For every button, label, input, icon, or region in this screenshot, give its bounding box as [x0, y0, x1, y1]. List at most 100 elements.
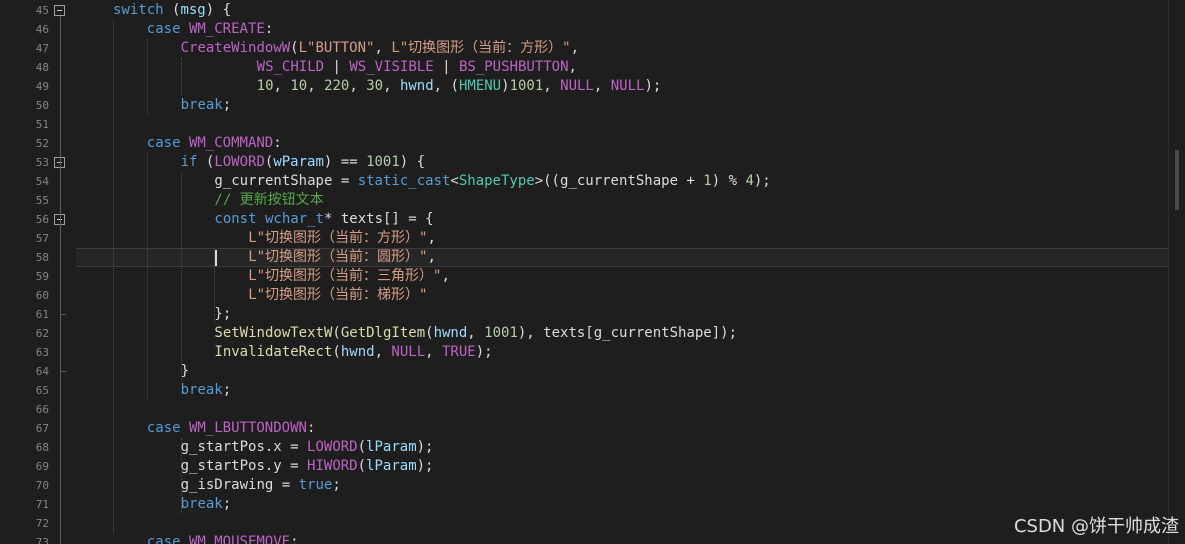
line-number: 49	[35, 80, 49, 93]
code-token: 1	[703, 173, 712, 189]
line-number: 60	[35, 289, 49, 302]
code-token: WS_VISIBLE	[349, 59, 434, 75]
code-token: break	[180, 97, 223, 113]
code-line[interactable]: break;	[181, 381, 232, 400]
code-token: );	[475, 344, 493, 360]
code-line[interactable]: g_startPos.x = LOWORD(lParam);	[181, 438, 434, 457]
code-token: WM_LBUTTONDOWN	[188, 420, 307, 436]
code-token: ,	[307, 78, 325, 94]
fold-end-marker	[60, 314, 66, 315]
code-line[interactable]: 10, 10, 220, 30, hwnd, (HMENU)1001, NULL…	[257, 77, 662, 96]
code-token: 10	[290, 78, 308, 94]
code-line[interactable]: if (LOWORD(wParam) == 1001) {	[181, 153, 425, 172]
code-token: L"切换图形（当前：方形）"	[391, 40, 571, 56]
line-number: 55	[35, 194, 49, 207]
code-line[interactable]: break;	[181, 96, 232, 115]
line-number-gutter: 45 46 47 48 49 50 51 52 53 54 55 56 57 58 59 60 61 62 63 64…	[0, 0, 76, 544]
code-token: hwnd	[340, 344, 375, 360]
code-line[interactable]: L"切换图形（当前：三角形）",	[248, 267, 450, 286]
code-token: ,	[427, 230, 436, 246]
code-token: if	[180, 154, 198, 170]
line-number: 48	[35, 61, 49, 74]
code-line[interactable]: L"切换图形（当前：圆形）",	[248, 248, 436, 267]
code-token: const	[214, 211, 257, 227]
code-line[interactable]: case WM_CREATE:	[147, 20, 273, 39]
code-token: case	[146, 21, 181, 37]
line-number: 63	[35, 346, 49, 359]
code-line[interactable]: CreateWindowW(L"BUTTON", L"切换图形（当前：方形）",	[181, 39, 579, 58]
code-token: WM_COMMAND	[188, 135, 274, 151]
code-area[interactable]: switch (msg) {case WM_CREATE: CreateWindo…	[76, 0, 1168, 544]
code-line[interactable]: case WM_LBUTTONDOWN:	[147, 419, 316, 438]
code-token: ,	[374, 40, 392, 56]
code-token: ,	[570, 40, 580, 56]
code-token: g_currentShape =	[214, 173, 358, 189]
code-token: ) {	[399, 154, 426, 170]
line-number: 71	[35, 498, 49, 511]
code-token: L"BUTTON"	[298, 40, 375, 56]
code-line[interactable]: L"切换图形（当前：梯形）"	[248, 286, 427, 305]
code-token: wParam	[273, 154, 324, 170]
code-line[interactable]: WS_CHILD | WS_VISIBLE | BS_PUSHBUTTON,	[257, 58, 577, 77]
code-token: CreateWindowW	[180, 40, 291, 56]
code-token: 10	[256, 78, 274, 94]
code-line[interactable]: InvalidateRect(hwnd, NULL, TRUE);	[214, 343, 492, 362]
code-token: ) {	[205, 2, 232, 18]
code-token: :	[273, 135, 282, 151]
code-token: );	[416, 458, 434, 474]
code-line[interactable]: g_currentShape = static_cast<ShapeType>(…	[214, 172, 770, 191]
current-line-highlight	[76, 248, 1168, 267]
code-line[interactable]: L"切换图形（当前：方形）",	[248, 229, 436, 248]
code-token: ), texts[g_currentShape]);	[517, 325, 738, 341]
line-number: 73	[35, 536, 49, 544]
code-token: break	[180, 382, 223, 398]
code-token: GetDlgItem	[340, 325, 426, 341]
code-token: HMENU	[458, 78, 502, 94]
code-token: ,	[427, 249, 436, 265]
line-number: 51	[35, 118, 49, 131]
code-line[interactable]: case WM_MOUSEMOVE:	[147, 533, 299, 544]
code-token: (	[197, 154, 215, 170]
scrollbar-thumb[interactable]	[1175, 150, 1179, 210]
watermark: CSDN @饼干帅成渣	[1013, 516, 1179, 537]
code-editor[interactable]: 45 46 47 48 49 50 51 52 53 54 55 56 57 58 59 60 61 62 63 64…	[0, 0, 1185, 544]
code-token: ,	[349, 78, 367, 94]
code-token: L"切换图形（当前：三角形）"	[248, 268, 442, 284]
code-token: :	[290, 534, 299, 544]
code-line[interactable]: // 更新按钮文本	[214, 191, 323, 210]
code-line[interactable]: g_startPos.y = HIWORD(lParam);	[181, 457, 434, 476]
fold-toggle-icon[interactable]	[54, 5, 65, 16]
code-token: ;	[332, 477, 341, 493]
code-line[interactable]: const wchar_t* texts[] = {	[214, 210, 433, 229]
code-line[interactable]: };	[214, 305, 231, 324]
fold-line	[60, 16, 61, 544]
code-token: g_startPos.y =	[180, 458, 308, 474]
line-number: 46	[35, 23, 49, 36]
code-token: 4	[745, 173, 754, 189]
code-token: ,	[425, 344, 442, 360]
code-token: ) ==	[323, 154, 367, 170]
code-token: ,	[441, 268, 450, 284]
code-token: * texts[] = {	[324, 211, 434, 227]
code-token: ;	[222, 382, 232, 398]
code-line[interactable]: SetWindowTextW(GetDlgItem(hwnd, 1001), t…	[214, 324, 737, 343]
code-line[interactable]: }	[181, 362, 189, 381]
code-token: g_isDrawing =	[180, 477, 299, 493]
code-line[interactable]: g_isDrawing = true;	[181, 476, 341, 495]
code-line[interactable]: break;	[181, 495, 232, 514]
line-number: 57	[35, 232, 49, 245]
code-token: ) %	[711, 173, 746, 189]
code-token: NULL	[560, 78, 594, 94]
code-token: HIWORD	[307, 458, 358, 474]
line-number: 58	[35, 251, 49, 264]
code-line[interactable]: switch (msg) {	[113, 1, 231, 20]
code-token: case	[146, 135, 181, 151]
vertical-scrollbar[interactable]	[1168, 0, 1185, 544]
code-line[interactable]: case WM_COMMAND:	[147, 134, 282, 153]
line-number: 59	[35, 270, 49, 283]
code-token: hwnd	[433, 325, 468, 341]
code-token: |	[433, 59, 459, 75]
indent-guide	[146, 153, 148, 400]
